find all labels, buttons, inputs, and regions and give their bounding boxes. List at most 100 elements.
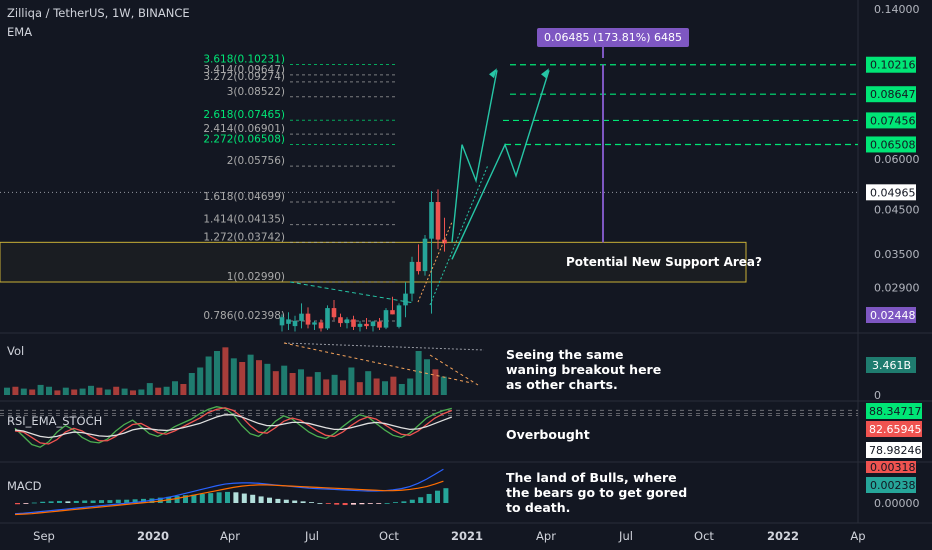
macd-histogram-bar <box>359 503 365 505</box>
macd-histogram-bar <box>283 499 289 503</box>
volume-bar <box>4 387 10 395</box>
fib-level-label: 2.618(0.07465) <box>203 109 285 121</box>
volume-bar <box>163 386 170 395</box>
volume-bar <box>96 387 103 395</box>
macd-histogram-bar <box>208 493 214 503</box>
fib-level-label: 0.786(0.02398) <box>203 310 285 322</box>
volume-bar <box>230 358 237 395</box>
volume-bar <box>272 371 279 395</box>
time-axis-tick: Sep <box>33 529 55 543</box>
candle-body <box>396 305 402 327</box>
candle-body <box>390 310 395 315</box>
volume-bar <box>340 380 346 395</box>
volume-bar <box>356 382 363 395</box>
macd-histogram-bar <box>48 501 54 503</box>
volume-bar <box>197 367 204 395</box>
candle-body <box>286 319 291 324</box>
macd-histogram-bar <box>317 503 323 504</box>
volume-bar <box>365 371 372 395</box>
fib-level-label: 2(0.05756) <box>227 155 285 167</box>
projection-path-1 <box>451 70 498 243</box>
time-axis-tick: Jul <box>304 529 319 543</box>
volume-bar <box>281 365 288 395</box>
volume-bar <box>172 381 178 395</box>
time-axis-tick: 2022 <box>767 529 799 543</box>
candle-body <box>435 202 441 240</box>
price-label-value: 0.02448 <box>870 309 916 322</box>
volume-bar <box>298 369 304 395</box>
volume-bar <box>407 378 414 395</box>
price-axis-tick: 0.06000 <box>874 153 920 166</box>
volume-bar <box>121 388 128 395</box>
volume-bar <box>373 378 380 395</box>
time-axis-tick: Jul <box>618 529 633 543</box>
volume-bar <box>79 388 86 395</box>
macd-note[interactable]: The land of Bulls, where the bears go to… <box>506 470 696 515</box>
projection-path-2 <box>451 70 550 260</box>
volume-pane-label[interactable]: Vol <box>7 344 24 358</box>
volume-bar <box>415 351 422 395</box>
volume-bar <box>104 389 111 395</box>
volume-bar <box>382 381 388 395</box>
rsi-pane-label[interactable]: RSI_EMA_STOCH <box>7 414 102 428</box>
chart-canvas[interactable]: 3.618(0.10231)3.414(0.09647)3.272(0.0927… <box>0 0 932 550</box>
price-axis-tick: 0.02900 <box>874 281 920 294</box>
symbol-title: Zilliqa / TetherUS, 1W, BINANCE <box>7 6 190 20</box>
price-axis-tick: 0.14000 <box>874 3 920 16</box>
volume-axis-tick: 0 <box>874 389 881 402</box>
rsi-level-value: 82.65945 <box>869 423 922 436</box>
support-area-label[interactable]: Potential New Support Area? <box>566 255 762 269</box>
macd-histogram-bar <box>216 492 222 503</box>
rsi-level-value: 78.98246 <box>869 444 922 457</box>
time-axis-tick: Apr <box>536 529 556 543</box>
volume-bar <box>62 387 69 395</box>
volume-bar <box>348 367 355 395</box>
macd-histogram-bar <box>115 499 121 503</box>
price-label-value: 0.10216 <box>870 59 916 72</box>
fib-level-label: 2.272(0.06508) <box>203 133 285 145</box>
volume-bar <box>264 363 271 395</box>
macd-histogram-bar <box>40 501 46 503</box>
macd-pane-label[interactable]: MACD <box>7 479 41 493</box>
time-axis-tick: 2020 <box>137 529 169 543</box>
fib-level-label: 3.272(0.09274) <box>203 71 285 83</box>
candle-body <box>331 308 337 318</box>
macd-label-2: 0.00238 <box>870 479 916 492</box>
volume-bar <box>390 376 397 395</box>
macd-histogram-bar <box>267 497 272 503</box>
volume-bar <box>188 373 195 395</box>
macd-histogram-bar <box>384 503 390 504</box>
candle-body <box>351 319 356 327</box>
macd-histogram-bar <box>57 500 62 503</box>
volume-bar <box>130 390 136 395</box>
macd-histogram-bar <box>342 503 348 506</box>
price-axis-tick: 0.04500 <box>874 204 920 217</box>
volume-bar <box>398 384 405 395</box>
price-axis-tick: 0.03500 <box>874 248 920 261</box>
candle-body <box>370 321 376 327</box>
time-axis-tick: Ap <box>850 529 865 543</box>
macd-histogram-bar <box>241 493 247 503</box>
volume-bar <box>314 372 321 395</box>
candle-body <box>338 317 343 324</box>
time-axis-tick: 2021 <box>451 529 483 543</box>
candle-body <box>344 319 350 324</box>
macd-histogram-bar <box>82 500 88 503</box>
macd-histogram-bar <box>443 488 449 503</box>
volume-bar <box>432 369 439 395</box>
candle-body <box>318 322 324 329</box>
price-label-value: 0.07456 <box>870 114 916 127</box>
macd-histogram-bar <box>376 503 382 504</box>
macd-histogram-bar <box>325 503 331 504</box>
macd-histogram-bar <box>90 500 96 503</box>
volume-note[interactable]: Seeing the same waning breakout here as … <box>506 347 666 392</box>
volume-bar <box>46 386 52 395</box>
rsi-note[interactable]: Overbought <box>506 427 590 442</box>
volume-bar <box>256 360 262 395</box>
measure-label[interactable]: 0.06485 (173.81%) 6485 <box>537 28 689 47</box>
candle-body <box>292 320 298 327</box>
time-axis-tick: Oct <box>694 529 714 543</box>
volume-bar <box>113 386 120 395</box>
ema-indicator-label[interactable]: EMA <box>7 25 32 39</box>
volume-bar <box>37 384 44 395</box>
